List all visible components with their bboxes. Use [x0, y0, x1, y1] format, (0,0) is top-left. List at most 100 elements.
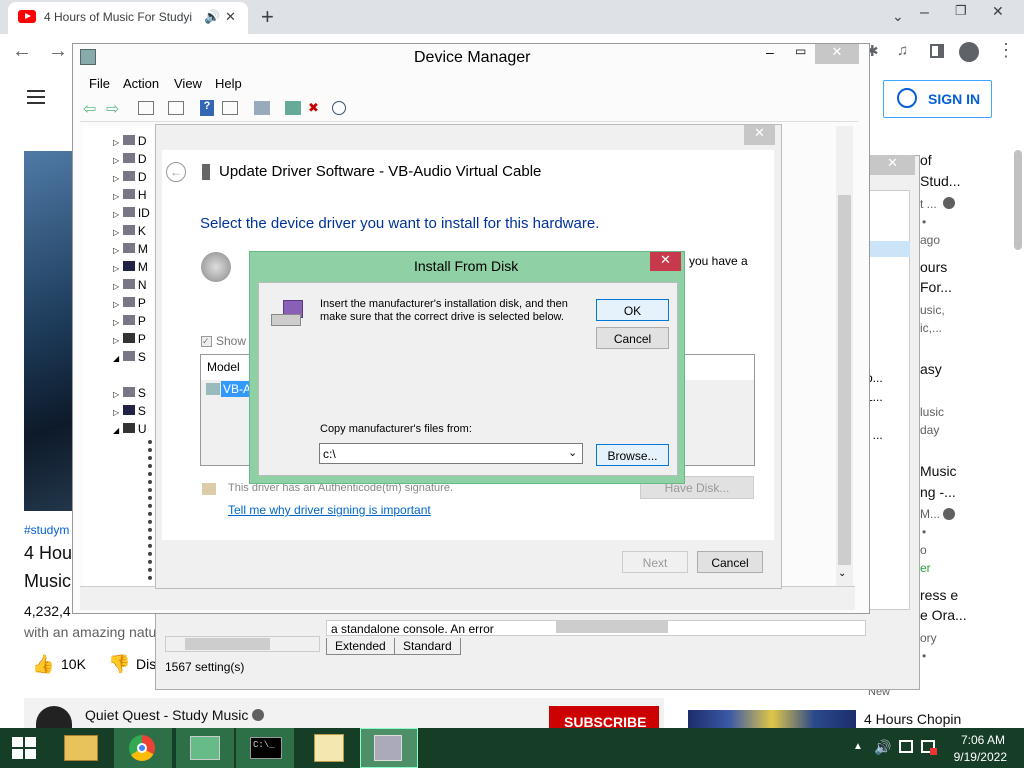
menu-file[interactable]: File: [89, 76, 110, 91]
new-tab-button[interactable]: +: [261, 4, 274, 30]
dm-maximize-button[interactable]: ▭: [795, 44, 806, 58]
tree-row[interactable]: ▷ N: [113, 278, 147, 296]
speaker-icon: [201, 252, 231, 282]
browser-menu-icon[interactable]: ⋮: [997, 40, 1015, 61]
tree-row[interactable]: ▷ D: [113, 152, 147, 170]
menu-view[interactable]: View: [174, 76, 202, 91]
menu-action[interactable]: Action: [123, 76, 159, 91]
action-center-icon[interactable]: [921, 740, 937, 755]
tree-row[interactable]: ▷ M: [113, 260, 148, 278]
tree-row[interactable]: ◢ S: [113, 350, 146, 368]
clock-time[interactable]: 7:06 AM: [955, 733, 1005, 747]
hamburger-menu-icon[interactable]: [27, 90, 45, 104]
tree-row[interactable]: ▷ P: [113, 314, 146, 332]
scroll-down-icon[interactable]: ⌄: [838, 568, 846, 579]
next-button[interactable]: Next: [622, 551, 688, 573]
verified-badge-icon: [943, 508, 955, 520]
minimize-button[interactable]: –: [920, 4, 929, 22]
tree-row[interactable]: ▷ K: [113, 224, 146, 242]
rec-fragment: •: [922, 649, 927, 663]
enable-device-icon[interactable]: [285, 101, 301, 115]
back-icon[interactable]: ⇦: [83, 99, 96, 119]
console-hscroll-thumb[interactable]: [556, 621, 668, 633]
tree-row[interactable]: ▷ P: [113, 296, 146, 314]
clock-date[interactable]: 9/19/2022: [945, 750, 1007, 764]
subscribe-button[interactable]: SUBSCRIBE: [549, 706, 659, 730]
dm-close-button[interactable]: ✕: [815, 44, 859, 64]
dm-status-bar: [80, 586, 855, 610]
page-scrollbar[interactable]: [1014, 150, 1022, 250]
media-control-icon[interactable]: ♫: [897, 42, 908, 59]
tab-search-icon[interactable]: ⌄: [892, 8, 904, 25]
path-combobox[interactable]: c:\: [319, 443, 583, 464]
scan-hardware-icon[interactable]: [254, 101, 270, 115]
tree-row[interactable]: ▷ D: [113, 134, 147, 152]
like-icon[interactable]: 👍: [32, 654, 54, 675]
update-driver-icon[interactable]: [222, 101, 238, 115]
browse-button[interactable]: Browse...: [596, 444, 669, 466]
device-manager-task-icon: [190, 736, 220, 760]
view-count: 4,232,4: [24, 603, 71, 619]
tree-row[interactable]: ▷ H: [113, 188, 147, 206]
side-panel-icon[interactable]: [930, 44, 944, 58]
tray-chevron-up-icon[interactable]: ▲: [853, 741, 863, 752]
file-explorer-icon[interactable]: [64, 735, 98, 761]
rec-fragment: ress e: [920, 587, 959, 603]
recommended-title[interactable]: 4 Hours Chopin: [864, 711, 961, 727]
signature-icon: [202, 483, 216, 495]
browser-close-button[interactable]: ✕: [992, 3, 1004, 20]
hashtag-link[interactable]: #studym: [24, 523, 69, 537]
network-icon[interactable]: [899, 740, 913, 753]
tree-row[interactable]: ▷ S: [113, 386, 146, 404]
channel-name[interactable]: Quiet Quest - Study Music: [85, 707, 248, 723]
tree-row[interactable]: ▷ M: [113, 242, 148, 260]
dislike-icon[interactable]: 👎: [108, 654, 130, 675]
tab-extended[interactable]: Extended: [326, 638, 395, 655]
tree-row[interactable]: ▷ ID: [113, 206, 150, 224]
dislike-label: Dis: [136, 656, 157, 672]
audio-playing-icon[interactable]: 🔊: [204, 9, 220, 25]
tab-close-icon[interactable]: ✕: [225, 9, 236, 25]
help-icon[interactable]: ?: [200, 100, 214, 116]
path-value: c:\: [323, 447, 336, 461]
forward-arrow-icon[interactable]: →: [48, 40, 68, 63]
console-close-button[interactable]: ✕: [870, 155, 915, 175]
show-compatible-label: Show: [216, 334, 247, 348]
notepad-icon[interactable]: [314, 734, 344, 762]
menu-help[interactable]: Help: [215, 76, 242, 91]
uninstall-icon[interactable]: ✖: [308, 100, 319, 116]
tab-standard[interactable]: Standard: [394, 638, 461, 655]
recommended-thumbnail[interactable]: [688, 710, 856, 730]
profile-avatar-icon[interactable]: [959, 42, 979, 62]
video-description[interactable]: with an amazing natu: [24, 624, 156, 640]
start-windows-icon[interactable]: [12, 737, 38, 759]
tree-row[interactable]: ▷ D: [113, 170, 147, 188]
ok-button[interactable]: OK: [596, 299, 669, 321]
properties-icon[interactable]: [138, 101, 154, 115]
show-hide-icon[interactable]: [168, 101, 184, 115]
rec-fragment: •: [922, 525, 927, 539]
console-left-hscroll-thumb[interactable]: [185, 638, 270, 650]
rec-fragment: ic,...: [920, 321, 943, 335]
disable-icon[interactable]: [332, 101, 346, 115]
tree-row[interactable]: ▷ P: [113, 332, 146, 350]
back-arrow-icon[interactable]: ←: [12, 40, 32, 63]
tree-row[interactable]: ◢ U: [113, 422, 147, 440]
install-close-button[interactable]: ✕: [650, 252, 681, 271]
cmd-icon: C:\_: [250, 737, 282, 759]
install-cancel-button[interactable]: Cancel: [596, 327, 669, 349]
show-compatible-checkbox[interactable]: ✓: [201, 336, 212, 347]
chevron-down-icon[interactable]: ⌄: [568, 446, 577, 459]
dm-minimize-button[interactable]: –: [766, 44, 774, 60]
forward-icon[interactable]: ⇨: [106, 99, 119, 119]
verified-badge-icon: [252, 709, 264, 721]
driver-signing-link[interactable]: Tell me why driver signing is important: [228, 503, 431, 517]
update-driver-close-button[interactable]: ✕: [744, 125, 775, 145]
tree-row[interactable]: ▷ S: [113, 404, 146, 422]
copy-from-label: Copy manufacturer's files from:: [320, 423, 472, 435]
back-circle-icon[interactable]: ←: [166, 162, 186, 182]
update-cancel-button[interactable]: Cancel: [697, 551, 763, 573]
dm-vscroll-thumb[interactable]: [838, 195, 851, 565]
volume-icon[interactable]: 🔊: [874, 739, 891, 756]
restore-button[interactable]: ❐: [955, 3, 967, 19]
